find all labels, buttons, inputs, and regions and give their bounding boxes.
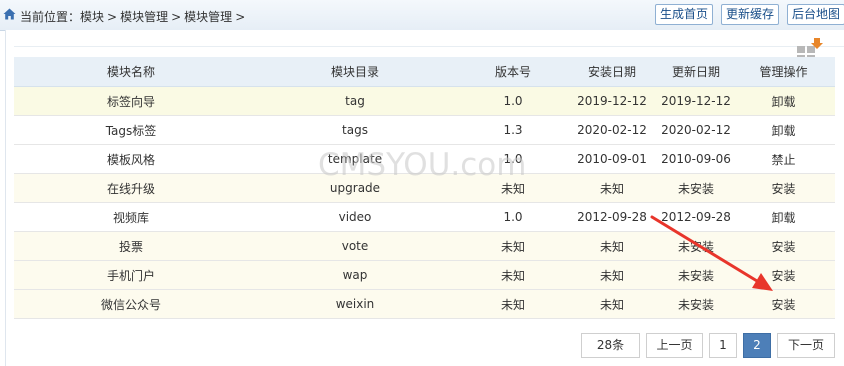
install-date-cell: 未知 [564, 289, 660, 319]
uninstall-link[interactable]: 卸载 [732, 202, 835, 232]
breadcrumb-item-module-management-current[interactable]: 模块管理 [184, 10, 232, 24]
uninstall-link[interactable]: 卸载 [732, 115, 835, 145]
module-name-cell: 手机门户 [14, 260, 248, 290]
table-row: 微信公众号 weixin 未知 未知 未安装 安装 [14, 289, 835, 319]
update-date-cell: 未安装 [660, 231, 732, 261]
install-link[interactable]: 安装 [732, 173, 835, 203]
install-link[interactable]: 安装 [732, 289, 835, 319]
column-header-module-name: 模块名称 [14, 57, 248, 87]
table-row: 标签向导 tag 1.0 2019-12-12 2019-12-12 卸载 [14, 86, 835, 116]
table-row: 视频库 video 1.0 2012-09-28 2012-09-28 卸载 [14, 202, 835, 232]
update-cache-button[interactable]: 更新缓存 [721, 4, 780, 25]
breadcrumb-separator: > [107, 10, 118, 24]
breadcrumb-trailing: > [235, 10, 246, 24]
module-dir-cell: weixin [248, 289, 462, 319]
update-date-cell: 未安装 [660, 173, 732, 203]
divider [14, 46, 844, 47]
module-table: 模块名称 模块目录 版本号 安装日期 更新日期 管理操作 标签向导 tag 1.… [14, 57, 835, 319]
module-name-cell: 在线升级 [14, 173, 248, 203]
column-header-actions: 管理操作 [732, 57, 835, 87]
table-row: Tags标签 tags 1.3 2020-02-12 2020-02-12 卸载 [14, 115, 835, 145]
version-cell: 1.0 [462, 202, 564, 232]
home-icon[interactable] [3, 8, 16, 20]
update-date-cell: 2010-09-06 [660, 144, 732, 174]
breadcrumb-separator: > [171, 10, 182, 24]
breadcrumb-prefix: 当前位置： [20, 10, 81, 24]
update-date-cell: 未安装 [660, 289, 732, 319]
module-dir-cell: tag [248, 86, 462, 116]
page-button-1[interactable]: 1 [709, 333, 737, 358]
next-page-button[interactable]: 下一页 [777, 333, 835, 358]
module-dir-cell: wap [248, 260, 462, 290]
total-count: 28条 [581, 333, 640, 358]
module-name-cell: 微信公众号 [14, 289, 248, 319]
version-cell: 未知 [462, 260, 564, 290]
install-date-cell: 未知 [564, 173, 660, 203]
update-date-cell: 未安装 [660, 260, 732, 290]
module-name-cell: 视频库 [14, 202, 248, 232]
generate-homepage-button[interactable]: 生成首页 [655, 4, 714, 25]
install-date-cell: 2019-12-12 [564, 86, 660, 116]
column-header-version: 版本号 [462, 57, 564, 87]
uninstall-link[interactable]: 卸载 [732, 86, 835, 116]
module-name-cell: 标签向导 [14, 86, 248, 116]
prev-page-button[interactable]: 上一页 [646, 333, 703, 358]
column-header-module-dir: 模块目录 [248, 57, 462, 87]
install-date-cell: 2012-09-28 [564, 202, 660, 232]
module-name-cell: 模板风格 [14, 144, 248, 174]
admin-map-button[interactable]: 后台地图 [787, 4, 844, 25]
module-name-cell: 投票 [14, 231, 248, 261]
install-date-cell: 未知 [564, 260, 660, 290]
module-dir-cell: video [248, 202, 462, 232]
version-cell: 未知 [462, 289, 564, 319]
module-name-cell: Tags标签 [14, 115, 248, 145]
install-date-cell: 未知 [564, 231, 660, 261]
column-header-update-date: 更新日期 [660, 57, 732, 87]
table-header-row: 模块名称 模块目录 版本号 安装日期 更新日期 管理操作 [14, 57, 835, 87]
table-row: 投票 vote 未知 未知 未安装 安装 [14, 231, 835, 261]
watermark: CMSYOU.com [318, 147, 527, 183]
update-date-cell: 2012-09-28 [660, 202, 732, 232]
column-header-install-date: 安装日期 [564, 57, 660, 87]
install-link[interactable]: 安装 [732, 231, 835, 261]
disabled-label: 禁止 [732, 144, 835, 174]
version-cell: 未知 [462, 231, 564, 261]
install-date-cell: 2020-02-12 [564, 115, 660, 145]
breadcrumb-item-module[interactable]: 模块 [80, 10, 104, 24]
install-date-cell: 2010-09-01 [564, 144, 660, 174]
update-date-cell: 2020-02-12 [660, 115, 732, 145]
top-bar: 当前位置：模块 > 模块管理 > 模块管理 > 生成首页 更新缓存 后台地图 [0, 0, 844, 31]
breadcrumb-item-module-management[interactable]: 模块管理 [120, 10, 168, 24]
page-button-2-current[interactable]: 2 [743, 333, 771, 358]
table-row: 手机门户 wap 未知 未知 未安装 安装 [14, 260, 835, 290]
module-dir-cell: vote [248, 231, 462, 261]
module-dir-cell: tags [248, 115, 462, 145]
version-cell: 1.3 [462, 115, 564, 145]
update-date-cell: 2019-12-12 [660, 86, 732, 116]
breadcrumb: 当前位置：模块 > 模块管理 > 模块管理 > [20, 8, 248, 25]
install-link[interactable]: 安装 [732, 260, 835, 290]
version-cell: 1.0 [462, 86, 564, 116]
